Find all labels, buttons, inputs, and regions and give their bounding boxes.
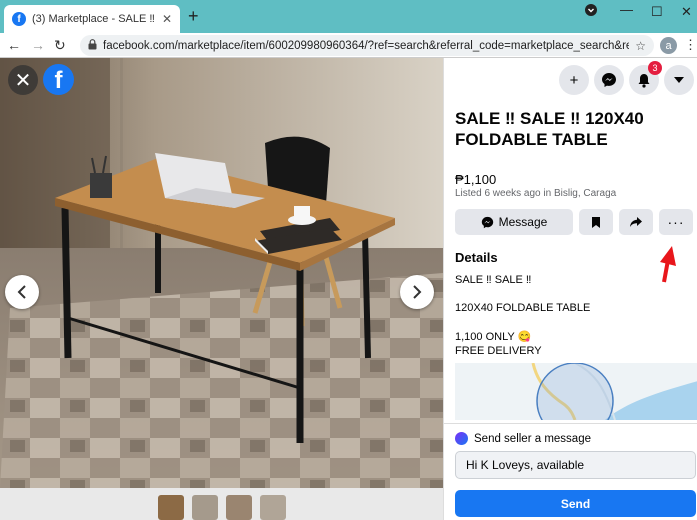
more-dots-icon: ··· [667,214,685,230]
message-input[interactable]: Hi K Loveys, available [455,451,696,479]
bell-icon [638,73,650,88]
browser-toolbar: ← → ↻ facebook.com/marketplace/item/6002… [0,33,697,58]
share-button[interactable] [619,209,653,235]
red-annotation-arrow-icon [660,246,676,283]
action-buttons: Message ··· [455,209,693,235]
messenger-icon [455,432,468,445]
message-button-label: Message [498,215,548,229]
browser-tab[interactable]: f (3) Marketplace - SALE ‼ SALE ‼ ✕ [4,5,180,33]
divider [444,423,697,424]
close-viewer-button[interactable]: ✕ [8,65,38,95]
thumbnail-strip [0,488,443,520]
thumbnail[interactable] [225,495,252,520]
details-heading: Details [455,250,498,265]
details-line: SALE ‼ SALE ‼ [455,274,532,286]
close-tab-icon[interactable]: ✕ [162,12,172,26]
caret-down-icon [674,77,684,83]
send-message-section: Send seller a message [455,432,591,445]
lock-icon[interactable] [88,38,97,53]
thumbnail[interactable] [191,495,218,520]
details-line: 1,100 ONLY 😋 [455,331,532,343]
url-text: facebook.com/marketplace/item/6002099809… [103,39,630,52]
facebook-logo[interactable]: f [43,64,74,95]
header-icons: + 3 [559,61,694,95]
details-line: 120X40 FOLDABLE TABLE [455,302,591,314]
close-window-icon[interactable]: ✕ [681,4,692,20]
photo-viewer: ✕ f [0,58,443,520]
forward-icon[interactable]: → [31,37,45,53]
listing-panel: + 3 SALE ‼ SALE ‼ 120X40 FOLDABLE TABLE … [443,58,697,520]
listing-price: ₱1,100 [455,172,497,187]
thumbnail[interactable] [259,495,286,520]
browser-tabstrip: f (3) Marketplace - SALE ‼ SALE ‼ ✕ + — … [0,0,697,33]
tab-search-icon[interactable] [585,4,597,19]
message-button[interactable]: Message [455,209,573,235]
facebook-favicon-icon: f [12,12,26,26]
back-icon[interactable]: ← [7,37,21,53]
send-message-label: Send seller a message [474,432,591,445]
save-button[interactable] [579,209,613,235]
previous-photo-button[interactable] [5,275,39,309]
location-map[interactable] [455,363,697,420]
share-icon [630,217,642,227]
reload-icon[interactable]: ↻ [54,37,66,54]
account-menu-button[interactable] [664,65,694,95]
listing-photo [0,58,443,488]
messenger-button[interactable] [594,65,624,95]
maximize-icon[interactable]: ☐ [651,4,663,20]
send-button[interactable]: Send [455,490,696,517]
next-photo-button[interactable] [400,275,434,309]
address-bar[interactable]: facebook.com/marketplace/item/6002099809… [80,35,654,56]
tab-title: (3) Marketplace - SALE ‼ SALE ‼ [32,13,158,25]
create-button[interactable]: + [559,65,589,95]
bookmark-star-icon[interactable]: ☆ [635,39,646,53]
new-tab-button[interactable]: + [188,7,199,25]
minimize-icon[interactable]: — [620,2,633,17]
messenger-icon [602,73,616,87]
messenger-icon [481,216,493,228]
listing-title: SALE ‼ SALE ‼ 120X40 FOLDABLE TABLE [455,109,644,149]
notifications-button[interactable]: 3 [629,61,662,95]
listing-meta: Listed 6 weeks ago in Bislig, Caraga [455,188,617,199]
thumbnail[interactable] [157,495,184,520]
profile-avatar[interactable]: a [660,37,677,54]
plus-icon: + [569,71,579,89]
details-line: FREE DELIVERY [455,345,542,357]
bookmark-icon [592,216,600,228]
notification-badge: 3 [648,61,662,75]
browser-menu-icon[interactable]: ⋮ [684,37,697,53]
more-options-button[interactable]: ··· [659,209,693,235]
